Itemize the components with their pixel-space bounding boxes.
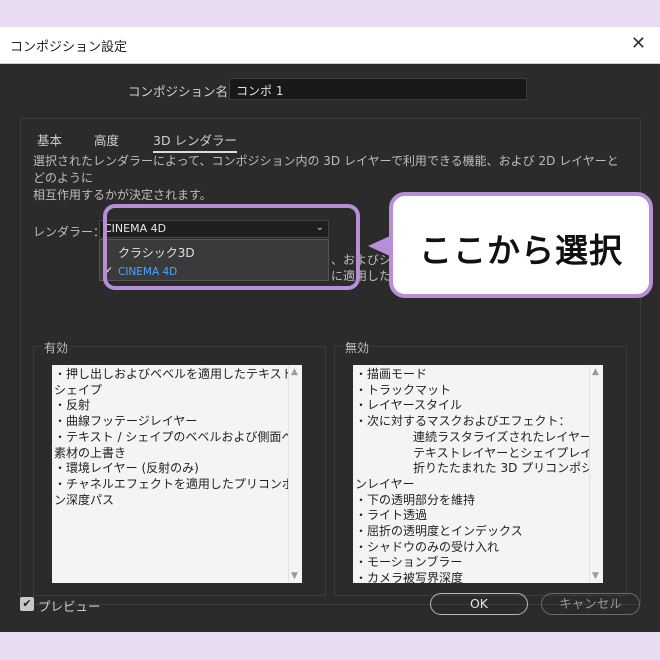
list-item: ・下の透明部分を維持 [355,492,476,507]
list-item: 連続ラスタライズされたレイヤー [413,429,593,444]
list-item: ・屈折の透明度とインデックス [355,524,523,539]
list-item: ・描画モード [355,367,428,381]
tab-3d-renderer[interactable]: 3D レンダラー [153,130,238,153]
list-item: ・曲線フッテージレイヤー [54,414,198,429]
enabled-list-text: ・押し出しおよびベベルを適用したテキストと シェイプ ・反射 ・曲線フッテージレ… [54,367,302,508]
disabled-title: 無効 [343,339,372,356]
callout-pointer [368,236,390,256]
list-item: ・カメラ被写界深度 [355,571,464,583]
highlight-frame [103,204,360,290]
list-item: ・トラックマット [355,382,452,397]
list-item: 折りたたまれた 3D プリコンポジショ [413,461,603,476]
enabled-features-list[interactable]: ・押し出しおよびベベルを適用したテキストと シェイプ ・反射 ・曲線フッテージレ… [52,365,302,583]
composition-name-input[interactable]: コンポ 1 [229,78,527,100]
cancel-button[interactable]: キャンセル [541,593,640,615]
ok-button[interactable]: OK [430,593,528,615]
list-item: ・チャネルエフェクトを適用したプリコンポジショ [54,476,302,491]
list-item: ・ライト透過 [355,508,428,523]
list-item: ・反射 [54,398,91,413]
list-item: ン深度パス [54,492,115,507]
composition-settings-dialog: コンポジション設定 ✕ コンポジション名： コンポ 1 基本 高度 3D レンダ… [0,27,660,632]
list-item: テキストレイヤーとシェイプレイヤー [413,445,603,460]
preview-checkbox[interactable]: ✔ [20,597,34,611]
list-item: ・環境レイヤー (反射のみ) [54,461,199,476]
list-item: 素材の上書き [54,445,127,460]
preview-label: プレビュー [38,599,101,614]
list-item: ・シャドウのみの受け入れ [355,539,500,554]
list-item: ・次に対するマスクおよびエフェクト： [355,414,571,429]
disabled-list-text: ・描画モード ・トラックマット ・レイヤースタイル ・次に対するマスクおよびエフ… [355,367,603,583]
disabled-features-list[interactable]: ・描画モード ・トラックマット ・レイヤースタイル ・次に対するマスクおよびエフ… [353,365,603,583]
scroll-up-icon[interactable]: ▲ [592,367,599,377]
scroll-down-icon[interactable]: ▼ [592,571,599,581]
close-icon[interactable]: ✕ [631,33,646,54]
enabled-features-group: 有効 ・押し出しおよびベベルを適用したテキストと シェイプ ・反射 ・曲線フッテ… [33,339,326,596]
list-item: ・テキスト / シェイプのベベルおよび側面への [54,429,302,444]
composition-name-label: コンポジション名： [128,84,241,99]
list-item: シェイプ [54,382,103,397]
scroll-down-icon[interactable]: ▼ [291,571,298,581]
list-item: ンレイヤー [355,476,415,491]
enabled-title: 有効 [42,339,71,356]
list-item: ・レイヤースタイル [355,398,463,413]
tab-basic[interactable]: 基本 [37,130,62,149]
list-item: ・押し出しおよびベベルを適用したテキストと [54,367,302,381]
scroll-up-icon[interactable]: ▲ [291,367,298,377]
callout-box: ここから選択 [389,192,653,298]
list-item: ・モーションブラー [355,555,463,570]
window-title: コンポジション設定 [10,40,128,55]
disabled-features-group: 無効 ・描画モード ・トラックマット ・レイヤースタイル ・次に対するマスクおよ… [334,339,627,596]
title-bar: コンポジション設定 ✕ [0,27,660,64]
tab-advanced[interactable]: 高度 [94,130,119,149]
description-line-1: 選択されたレンダラーによって、コンポジション内の 3D レイヤーで利用できる機能… [33,154,619,185]
renderer-label: レンダラー： [33,225,106,239]
disabled-scrollbar[interactable]: ▲ ▼ [589,365,603,583]
callout-text: ここから選択 [419,231,623,270]
enabled-scrollbar[interactable]: ▲ ▼ [288,365,302,583]
